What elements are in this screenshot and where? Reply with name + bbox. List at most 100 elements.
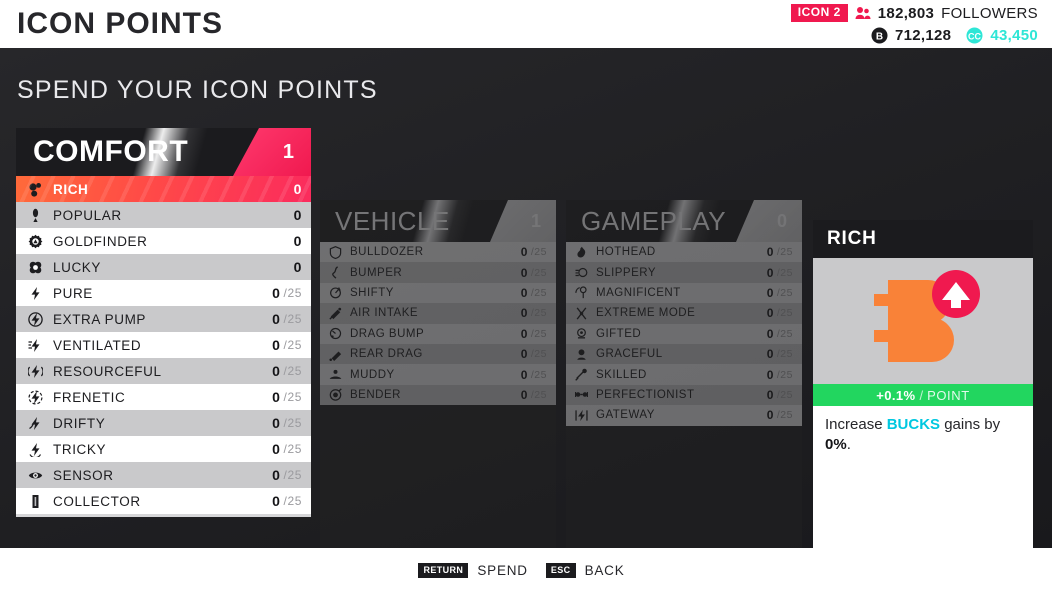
footer-controls: RETURN SPEND ESC BACK — [0, 548, 1052, 592]
perk-row[interactable]: BUMPER 0/25 — [320, 262, 556, 283]
perk-max: /25 — [776, 286, 793, 299]
perk-max: /25 — [776, 409, 793, 422]
perk-row[interactable]: PERFECTIONIST 0/25 — [566, 384, 802, 406]
perk-row[interactable]: COLLECTOR 0/25 — [16, 488, 311, 514]
perk-row[interactable]: DRIFTY 0/25 — [16, 410, 311, 436]
panel-accent-wedge — [233, 128, 311, 176]
perk-row[interactable]: SKILLED 0/25 — [566, 364, 802, 385]
perk-label: RICH — [53, 181, 89, 197]
perk-max: /25 — [283, 338, 302, 352]
perk-value: 0 — [272, 493, 281, 509]
perk-desc-pre: Increase — [825, 416, 887, 433]
bend-icon — [326, 388, 344, 402]
perk-row[interactable]: SLIPPERY 0/25 — [566, 262, 802, 283]
bucks-upgrade-icon — [864, 268, 982, 374]
followers-label: FOLLOWERS — [941, 4, 1038, 22]
shield-icon — [326, 245, 344, 259]
perk-value: 0 — [293, 259, 302, 275]
action-spend-label: SPEND — [477, 562, 528, 578]
perk-label: LUCKY — [53, 259, 102, 275]
perk-label: FRENETIC — [53, 389, 126, 405]
perk-label: EXTRA PUMP — [53, 311, 147, 327]
perk-value: 0 — [272, 389, 281, 405]
perk-value: 0 — [293, 233, 302, 249]
panel-comfort-count: 1 — [282, 140, 294, 163]
panel-vehicle[interactable]: VEHICLE 1 BULLDOZER 0/25 BUMPER 0/25 SHIFTY 0… — [320, 200, 556, 556]
perk-row[interactable]: MAGNIFICENT 0/25 — [566, 282, 802, 304]
perk-row[interactable]: RESOURCEFUL 0/25 — [16, 358, 311, 384]
panel-vehicle-title: VEHICLE — [335, 205, 450, 236]
perk-row[interactable]: BULLDOZER 0/25 — [320, 242, 556, 263]
perk-row[interactable]: LUCKY 0 — [16, 254, 311, 280]
panel-accent-wedge — [736, 200, 802, 242]
perk-row[interactable]: GATEWAY 0/25 — [566, 405, 802, 426]
perk-row[interactable]: MUDDY 0/25 — [320, 364, 556, 385]
perk-label: AIR INTAKE — [350, 307, 419, 320]
panel-gameplay[interactable]: GAMEPLAY 0 HOTHEAD 0/25 SLIPPERY 0/25 MAGNIF… — [566, 200, 802, 556]
perk-label: REAR DRAG — [350, 348, 423, 361]
perk-row[interactable]: RICH 0 — [16, 176, 311, 202]
perk-row[interactable]: AIR INTAKE 0/25 — [320, 303, 556, 324]
perk-max: /25 — [776, 266, 793, 279]
perk-row[interactable]: POPULAR 0 — [16, 202, 311, 228]
clover-icon — [24, 260, 46, 275]
perk-row[interactable]: PURE 0/25 — [16, 280, 311, 306]
perk-row[interactable]: TRICKY 0/25 — [16, 436, 311, 462]
perk-label: GIFTED — [596, 327, 642, 340]
perk-value: 0 — [272, 285, 281, 301]
perk-row[interactable]: VENTILATED 0/25 — [16, 332, 311, 358]
perk-detail-header: RICH — [813, 220, 1033, 258]
perk-row[interactable]: SHIFTY 0/25 — [320, 282, 556, 304]
perk-value: 0 — [293, 181, 302, 197]
perk-value: 0 — [766, 387, 774, 402]
perk-label: PURE — [53, 285, 93, 301]
perk-rate-separator: / — [919, 387, 924, 403]
svg-text:CC: CC — [968, 31, 981, 41]
bolt-wind-icon — [24, 338, 46, 353]
panel-gameplay-body: GAMEPLAY 0 HOTHEAD 0/25 SLIPPERY 0/25 MAGNIF… — [566, 200, 802, 556]
perk-row[interactable]: EXTREME MODE 0/25 — [566, 303, 802, 324]
perk-label: COLLECTOR — [53, 493, 141, 509]
perk-row[interactable]: GIFTED 0/25 — [566, 323, 802, 344]
perk-row[interactable]: EXTRA PUMP 0/25 — [16, 306, 311, 332]
perfection-icon — [572, 388, 590, 401]
perk-row[interactable]: GRACEFUL 0/25 — [566, 343, 802, 365]
panel-accent-wedge — [490, 200, 556, 242]
perk-row[interactable]: HOTHEAD 0/25 — [566, 242, 802, 263]
perk-value: 0 — [766, 245, 774, 260]
perk-label: RESOURCEFUL — [53, 363, 162, 379]
panel-comfort[interactable]: COMFORT 1 RICH 0 POPULAR 0 GOLDFINDER 0 LUCKY 0… — [16, 128, 311, 517]
perk-value: 0 — [520, 285, 528, 300]
svg-text:B: B — [876, 31, 883, 42]
cc-coin-icon: CC — [966, 27, 983, 44]
key-esc[interactable]: ESC — [545, 562, 576, 578]
perk-value: 0 — [520, 347, 528, 362]
perk-max: /25 — [530, 368, 547, 381]
perk-row[interactable]: SENSOR 0/25 — [16, 462, 311, 488]
perk-label: HOTHEAD — [596, 246, 656, 259]
panel-gameplay-rows: HOTHEAD 0/25 SLIPPERY 0/25 MAGNIFICENT 0/25 EX… — [566, 242, 802, 426]
perk-value: 0 — [272, 415, 281, 431]
perk-value: 0 — [520, 306, 528, 321]
main-stage: SPEND YOUR ICON POINTS COMFORT 1 RICH 0 PO… — [0, 48, 1052, 556]
perk-row[interactable]: DRAG BUMP 0/25 — [320, 323, 556, 344]
icon-level-badge: ICON 2 — [790, 4, 848, 22]
panel-gameplay-title: GAMEPLAY — [581, 205, 727, 236]
perk-label: TRICKY — [53, 441, 107, 457]
person-icon — [24, 208, 46, 223]
perk-row[interactable]: BENDER 0/25 — [320, 384, 556, 406]
perk-row[interactable]: GOLDFINDER 0 — [16, 228, 311, 254]
key-return[interactable]: RETURN — [418, 562, 469, 578]
swerve-icon — [326, 266, 344, 279]
perk-label: MAGNIFICENT — [596, 286, 681, 299]
top-header-bar: ICON POINTS ICON 2 182,803 FOLLOWERS B 7… — [0, 0, 1052, 48]
perk-row[interactable]: FRENETIC 0/25 — [16, 384, 311, 410]
bolt-trick-icon — [24, 442, 46, 457]
perk-value: 0 — [272, 467, 281, 483]
perk-row[interactable]: REAR DRAG 0/25 — [320, 343, 556, 365]
perk-max: /25 — [776, 348, 793, 361]
extreme-icon — [572, 307, 590, 320]
action-back-label: BACK — [584, 562, 625, 578]
bucks-coin-icon: B — [871, 27, 888, 44]
perk-max: /25 — [283, 442, 302, 456]
